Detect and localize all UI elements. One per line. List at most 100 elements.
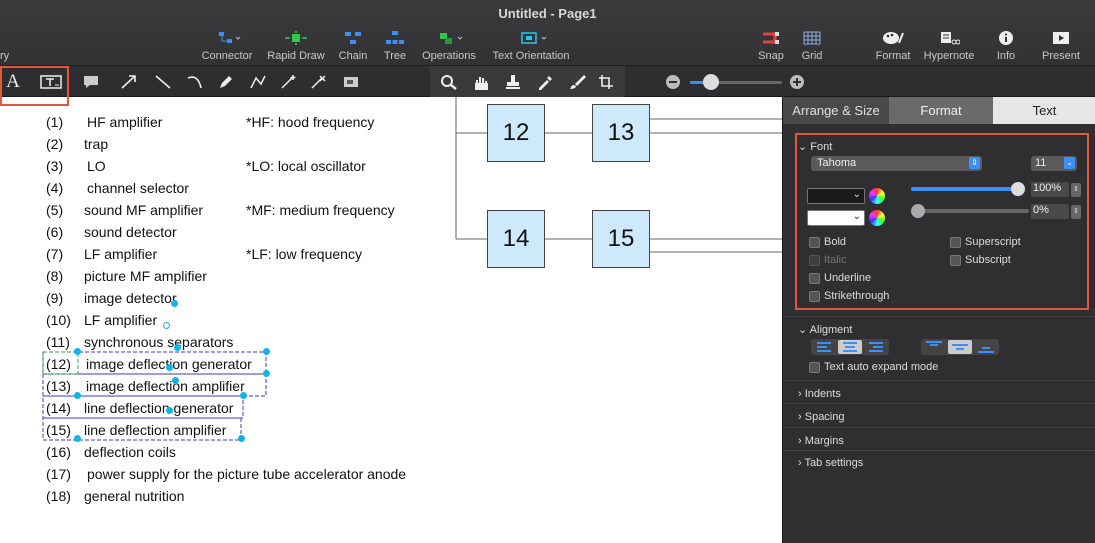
tab-format[interactable]: Format <box>889 97 993 124</box>
line-icon <box>155 75 171 89</box>
eyedropper-tool-button[interactable] <box>534 71 556 93</box>
stepper-icon[interactable]: ⇕ <box>1071 183 1081 197</box>
font-name-value: Tahoma <box>817 157 857 169</box>
slider-thumb[interactable] <box>1011 182 1025 196</box>
line-tool-button[interactable] <box>152 71 174 93</box>
pen-tool-button[interactable] <box>215 71 237 93</box>
background-opacity-slider[interactable] <box>911 209 1029 213</box>
zoom-in-button[interactable] <box>786 71 808 93</box>
divider <box>783 450 1095 451</box>
grid-button[interactable]: Grid <box>796 28 828 62</box>
format-button[interactable]: Format <box>866 28 920 62</box>
text-color-select[interactable]: ⌄ <box>807 188 865 204</box>
tab-arrange-size[interactable]: Arrange & Size <box>783 97 889 124</box>
selection-handle[interactable] <box>166 364 173 371</box>
window-title: Untitled - Page1 <box>498 6 597 21</box>
snap-button[interactable]: Snap <box>754 28 788 62</box>
chain-button[interactable]: Chain <box>334 28 372 62</box>
align-top-icon[interactable] <box>923 341 945 353</box>
auto-expand-label: Text auto expand mode <box>824 361 939 373</box>
drawing-canvas[interactable]: (1) HF amplifier (2) trap (3) LO (4) channel se… <box>0 97 782 543</box>
align-left-icon[interactable] <box>813 341 835 353</box>
alignment-section-header[interactable]: ⌄ Aligment <box>798 323 852 336</box>
selection-handle[interactable] <box>166 407 173 414</box>
tab-settings-section-header[interactable]: › Tab settings <box>798 457 863 469</box>
selection-handle[interactable] <box>238 435 245 442</box>
brush-icon <box>570 75 586 89</box>
remove-point-tool-button[interactable] <box>308 71 330 93</box>
background-color-select[interactable]: ⌄ <box>807 210 865 226</box>
slider-thumb[interactable] <box>911 204 925 218</box>
divider <box>783 403 1095 404</box>
selection-handle[interactable] <box>74 435 81 442</box>
selection-handle[interactable] <box>171 300 178 307</box>
tree-button[interactable]: Tree <box>378 28 412 62</box>
text-opacity-slider[interactable] <box>911 187 1019 191</box>
present-button[interactable]: Present <box>1038 28 1084 62</box>
crop-tool-button[interactable] <box>596 71 618 93</box>
rotation-handle[interactable] <box>163 322 170 329</box>
stamp-tool-button[interactable] <box>502 71 524 93</box>
font-size-select[interactable]: 11 ⌄ <box>1031 156 1077 171</box>
block-15[interactable]: 15 <box>592 210 650 268</box>
selection-handle[interactable] <box>74 348 81 355</box>
zoom-out-button[interactable] <box>662 71 684 93</box>
tab-text[interactable]: Text <box>993 97 1095 124</box>
text-opacity-field[interactable]: 100% <box>1031 182 1069 197</box>
font-section-header[interactable]: ⌄ Font <box>798 140 832 153</box>
info-button[interactable]: Info <box>990 28 1022 62</box>
strikethrough-checkbox[interactable] <box>809 291 820 302</box>
underline-checkbox[interactable] <box>809 273 820 284</box>
image-icon <box>344 77 358 87</box>
italic-checkbox[interactable] <box>809 255 820 266</box>
vertical-alignment-group <box>921 339 999 355</box>
subscript-checkbox[interactable] <box>950 255 961 266</box>
align-middle-icon[interactable] <box>948 340 972 354</box>
add-point-tool-button[interactable] <box>278 71 300 93</box>
color-wheel-icon[interactable] <box>869 210 885 226</box>
auto-expand-checkbox[interactable] <box>809 362 820 373</box>
hand-tool-button[interactable] <box>470 71 492 93</box>
chevron-down-icon: ⌄ <box>852 189 861 200</box>
selection-handle[interactable] <box>263 370 270 377</box>
callout-tool-button[interactable] <box>80 71 102 93</box>
selection-handle[interactable] <box>74 392 81 399</box>
connector-button[interactable]: Connector <box>196 28 258 62</box>
curve-icon <box>187 76 202 89</box>
grid-icon <box>796 28 828 48</box>
margins-section-header[interactable]: › Margins <box>798 435 844 447</box>
align-right-icon[interactable] <box>865 341 887 353</box>
superscript-checkbox[interactable] <box>950 237 961 248</box>
zoom-tool-button[interactable] <box>438 71 460 93</box>
polyline-tool-button[interactable] <box>247 71 269 93</box>
indents-section-header[interactable]: › Indents <box>798 388 841 400</box>
add-point-icon <box>281 75 296 89</box>
selection-handle[interactable] <box>263 348 270 355</box>
selection-handle[interactable] <box>174 344 181 351</box>
background-opacity-field[interactable]: 0% <box>1031 204 1069 219</box>
text-orientation-button[interactable]: Text Orientation <box>488 28 574 62</box>
align-bottom-icon[interactable] <box>975 341 997 353</box>
block-14[interactable]: 14 <box>487 210 545 268</box>
curve-tool-button[interactable] <box>184 71 206 93</box>
hypernote-button[interactable]: Hypernote <box>920 28 978 62</box>
selection-handle[interactable] <box>240 392 247 399</box>
rapid-draw-button[interactable]: Rapid Draw <box>266 28 326 62</box>
spacing-section-header[interactable]: › Spacing <box>798 411 845 423</box>
block-13[interactable]: 13 <box>592 104 650 162</box>
block-12[interactable]: 12 <box>487 104 545 162</box>
selection-handle[interactable] <box>172 377 179 384</box>
arrow-tool-button[interactable] <box>118 71 140 93</box>
stepper-icon[interactable]: ⇕ <box>1071 205 1081 219</box>
font-name-select[interactable]: Tahoma ⇕ <box>811 156 982 171</box>
connector-icon <box>196 28 258 48</box>
magnet-icon <box>754 28 788 48</box>
zoom-slider-thumb[interactable] <box>703 74 719 90</box>
operations-button[interactable]: Operations <box>418 28 480 62</box>
align-center-icon[interactable] <box>838 340 862 354</box>
bold-checkbox[interactable] <box>809 237 820 248</box>
image-tool-button[interactable] <box>340 71 362 93</box>
chevron-down-icon: ⌄ <box>852 211 861 222</box>
color-wheel-icon[interactable] <box>869 188 885 204</box>
brush-tool-button[interactable] <box>566 71 588 93</box>
